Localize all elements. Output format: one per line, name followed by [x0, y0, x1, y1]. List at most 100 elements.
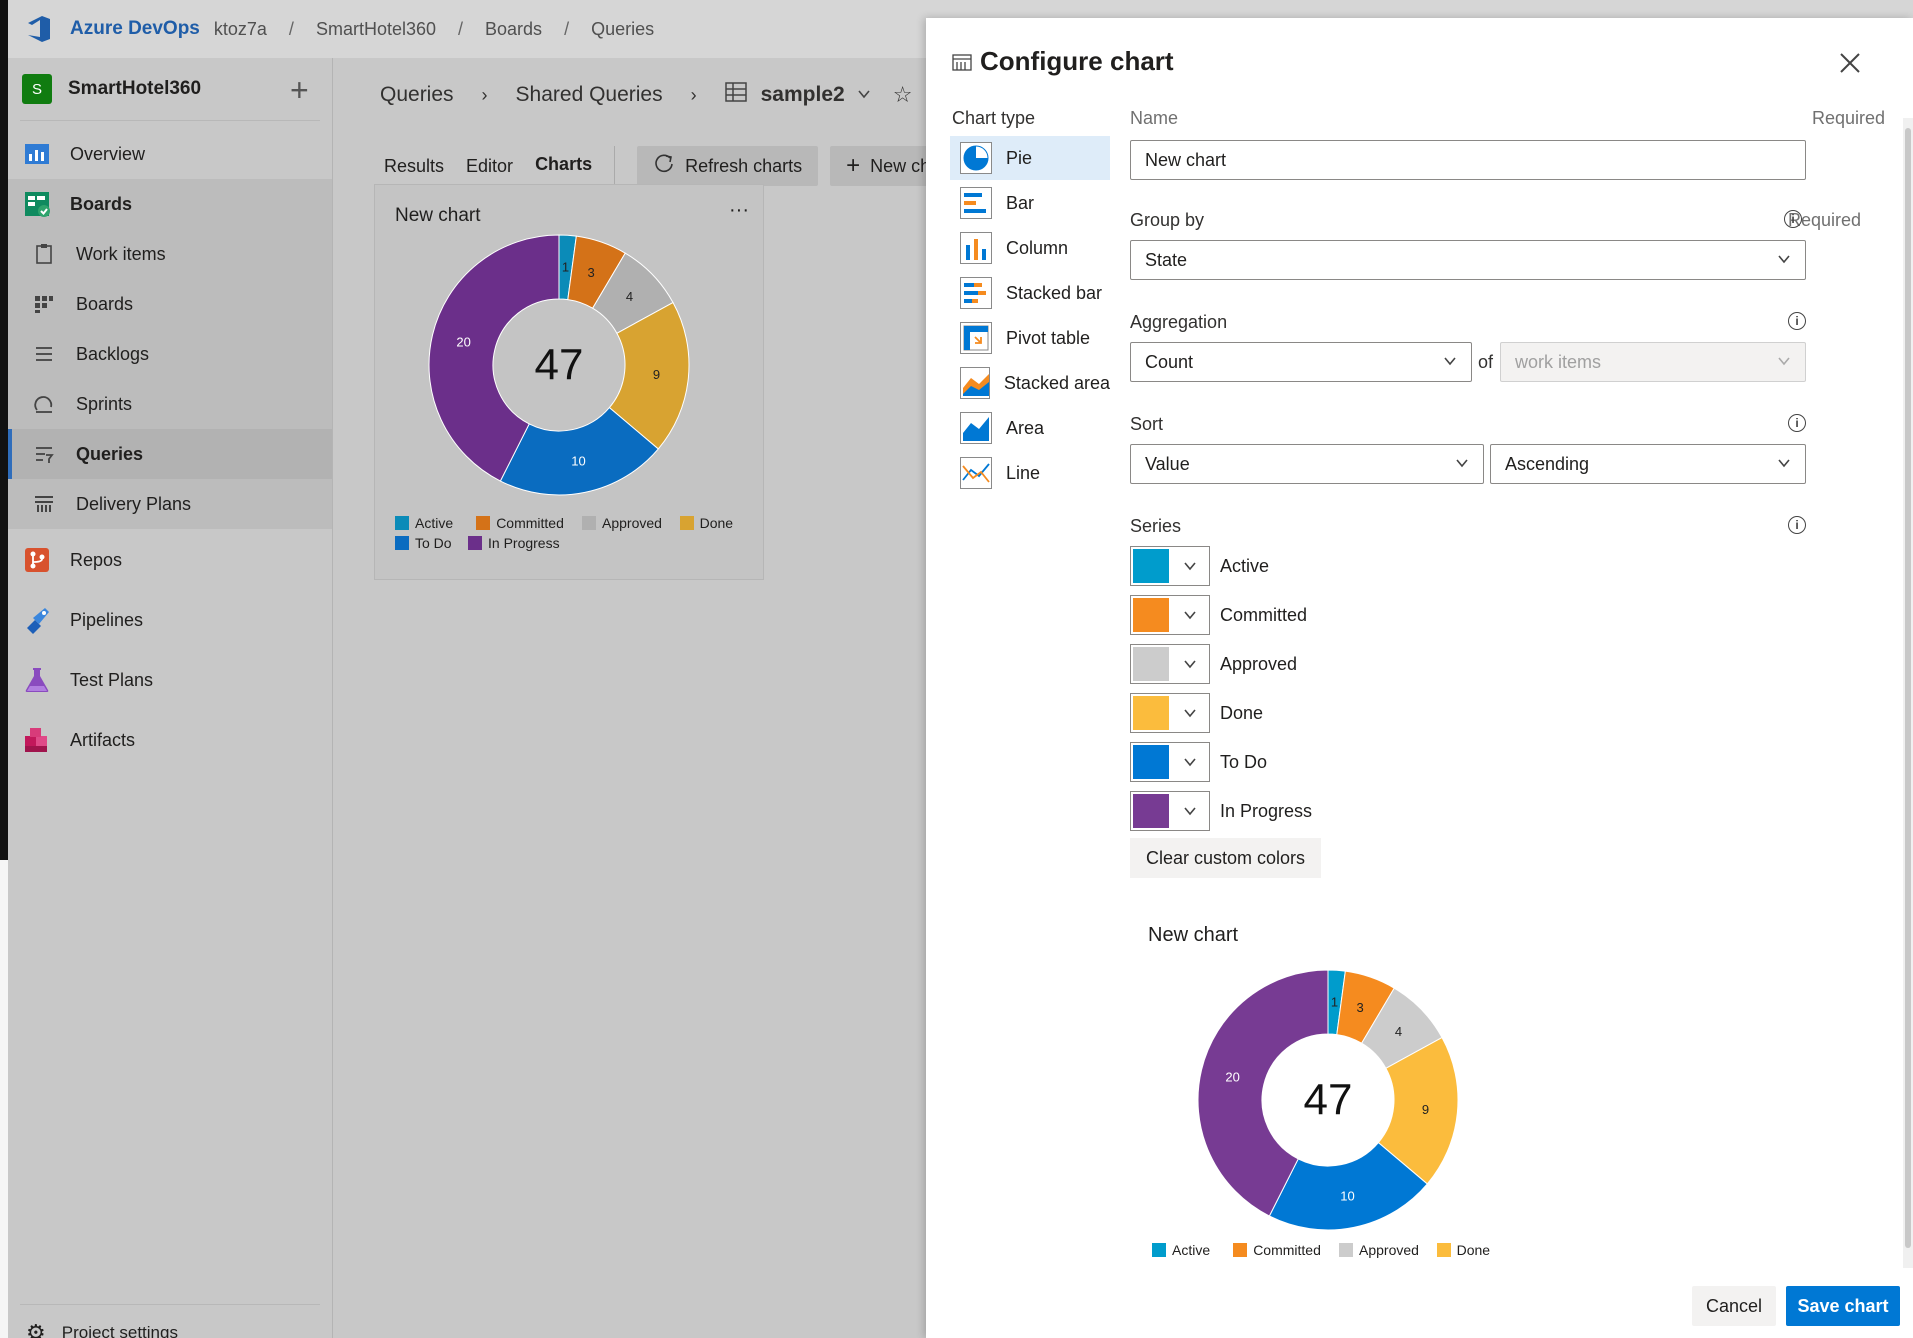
- info-icon[interactable]: i: [1788, 516, 1806, 534]
- project-header[interactable]: S SmartHotel360 +: [8, 58, 332, 120]
- brand-link[interactable]: Azure DevOps: [70, 18, 200, 40]
- color-picker[interactable]: [1130, 693, 1210, 733]
- sidebar-item-backlogs[interactable]: Backlogs: [8, 329, 332, 379]
- sidebar-item-test-plans[interactable]: Test Plans: [8, 655, 332, 705]
- breadcrumb-section[interactable]: Boards: [485, 19, 542, 40]
- aggregation-field-value: work items: [1515, 351, 1602, 372]
- breadcrumb-page[interactable]: Queries: [591, 19, 654, 40]
- series-name: In Progress: [1220, 800, 1313, 821]
- sidebar-item-boards-sub[interactable]: Boards: [8, 279, 332, 329]
- color-swatch: [1133, 549, 1169, 583]
- clear-custom-colors-button[interactable]: Clear custom colors: [1130, 838, 1322, 878]
- tab-editor[interactable]: Editor: [466, 144, 513, 189]
- chart-type-column[interactable]: Column: [950, 226, 1110, 270]
- panel-scrollbar[interactable]: [1903, 118, 1913, 1268]
- info-icon[interactable]: i: [1788, 312, 1806, 330]
- sidebar-item-overview[interactable]: Overview: [8, 129, 332, 179]
- scrollbar-thumb[interactable]: [1905, 128, 1911, 1248]
- legend-label: Committed: [496, 515, 564, 531]
- legend-label: Done: [699, 515, 734, 531]
- chart-card-title: New chart: [395, 205, 481, 226]
- chart-type-stacked-area[interactable]: Stacked area: [950, 361, 1110, 405]
- more-options-icon[interactable]: ···: [729, 199, 749, 222]
- chevron-down-icon[interactable]: [1171, 547, 1209, 585]
- chart-type-bar[interactable]: Bar: [950, 181, 1110, 225]
- chart-type-label: Bar: [1006, 192, 1035, 213]
- sort-direction-select[interactable]: Ascending: [1490, 444, 1806, 484]
- group-by-select[interactable]: State: [1130, 240, 1806, 280]
- legend-item[interactable]: Approved: [582, 515, 662, 531]
- chevron-down-icon[interactable]: [857, 83, 871, 107]
- chart-type-stacked-bar[interactable]: Stacked bar: [950, 271, 1110, 315]
- close-icon[interactable]: [1839, 48, 1861, 82]
- refresh-charts-label: Refresh charts: [685, 155, 803, 176]
- chart-type-pivot-table[interactable]: Pivot table: [950, 316, 1110, 360]
- chevron-down-icon[interactable]: [1171, 743, 1209, 781]
- legend-label: To Do: [415, 535, 452, 551]
- sidebar-item-delivery-plans[interactable]: Delivery Plans: [8, 479, 332, 529]
- breadcrumb-org[interactable]: ktoz7a: [214, 19, 267, 40]
- add-icon[interactable]: +: [290, 72, 309, 109]
- plus-icon: +: [846, 152, 861, 179]
- chart-type-pie[interactable]: Pie: [950, 136, 1110, 180]
- legend-item[interactable]: Done: [1436, 1242, 1490, 1258]
- name-input[interactable]: New chart: [1130, 140, 1806, 180]
- info-icon[interactable]: i: [1788, 414, 1806, 432]
- sidebar-item-pipelines[interactable]: Pipelines: [8, 595, 332, 645]
- series-row: Done: [1130, 693, 1263, 733]
- legend-item[interactable]: Done: [679, 515, 734, 531]
- legend-item[interactable]: Committed: [476, 515, 564, 531]
- star-icon[interactable]: ☆: [893, 82, 913, 108]
- tab-charts[interactable]: Charts: [535, 142, 593, 190]
- color-picker[interactable]: [1130, 595, 1210, 635]
- chart-type-area[interactable]: Area: [950, 406, 1110, 450]
- chart-type-line[interactable]: Line: [950, 451, 1110, 495]
- legend-swatch: [1339, 1243, 1353, 1257]
- sidebar-item-artifacts[interactable]: Artifacts: [8, 715, 332, 765]
- chart-type-label: Chart type: [952, 108, 1036, 128]
- cancel-button[interactable]: Cancel: [1692, 1286, 1776, 1326]
- color-picker[interactable]: [1130, 546, 1210, 586]
- legend-swatch: [1233, 1243, 1248, 1257]
- legend-item[interactable]: Committed: [1233, 1242, 1321, 1258]
- info-icon[interactable]: i: [1784, 210, 1802, 228]
- azure-devops-logo-icon[interactable]: [24, 13, 56, 45]
- color-picker[interactable]: [1130, 644, 1210, 684]
- chevron-down-icon[interactable]: [1171, 596, 1209, 634]
- color-picker[interactable]: [1130, 791, 1210, 831]
- chevron-down-icon[interactable]: [1171, 645, 1209, 683]
- sidebar-item-queries[interactable]: Queries: [8, 429, 332, 479]
- breadcrumb-separator: /: [288, 18, 294, 39]
- new-chart-button[interactable]: + New ch: [830, 146, 941, 186]
- chevron-down-icon[interactable]: [1171, 792, 1209, 830]
- save-chart-button[interactable]: Save chart: [1786, 1286, 1900, 1326]
- divider: [20, 1304, 320, 1305]
- sidebar-item-boards[interactable]: Boards: [8, 179, 332, 229]
- refresh-charts-button[interactable]: Refresh charts: [637, 146, 819, 186]
- chevron-down-icon[interactable]: [1171, 694, 1209, 732]
- sort-select[interactable]: Value: [1130, 444, 1484, 484]
- legend-swatch: [395, 516, 409, 530]
- chart-panel-icon: [952, 52, 972, 77]
- legend-item[interactable]: To Do: [395, 535, 452, 551]
- test-plans-icon: [22, 665, 52, 695]
- project-settings-link[interactable]: ⚙ Project settings: [22, 1320, 178, 1338]
- tab-results[interactable]: Results: [384, 144, 444, 189]
- sort-value: Value: [1145, 453, 1190, 474]
- color-picker[interactable]: [1130, 742, 1210, 782]
- aggregation-label: Aggregation: [1130, 312, 1228, 332]
- query-name[interactable]: sample2: [761, 83, 845, 107]
- legend-item[interactable]: Approved: [1339, 1242, 1419, 1258]
- legend-item[interactable]: Active: [1152, 1242, 1210, 1258]
- legend-item[interactable]: Active: [395, 515, 453, 531]
- breadcrumb-queries[interactable]: Queries: [380, 83, 454, 107]
- breadcrumb-project[interactable]: SmartHotel360: [316, 19, 436, 40]
- refresh-icon: [653, 153, 675, 180]
- sidebar-item-sprints[interactable]: Sprints: [8, 379, 332, 429]
- breadcrumb-shared-queries[interactable]: Shared Queries: [516, 83, 663, 107]
- chart-card[interactable]: New chart ··· 1 3 4 9 10 20 47 Active Committed…: [374, 184, 764, 580]
- sidebar-item-work-items[interactable]: Work items: [8, 229, 332, 279]
- sidebar-item-repos[interactable]: Repos: [8, 535, 332, 585]
- aggregation-select[interactable]: Count: [1130, 342, 1472, 382]
- legend-item[interactable]: In Progress: [468, 535, 560, 551]
